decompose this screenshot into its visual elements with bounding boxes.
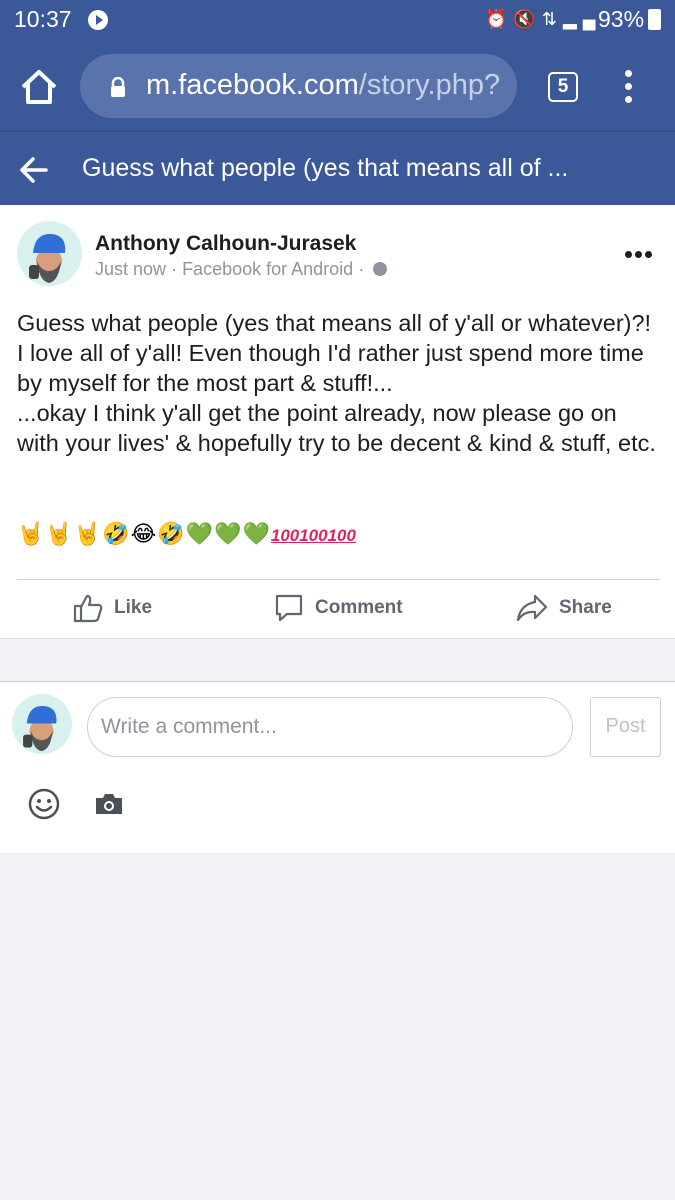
- status-bar: 10:37 ⏰🔇⇅▂▄ 93%: [0, 0, 675, 40]
- battery-icon: [648, 9, 661, 30]
- alarm-icon: ⏰: [485, 9, 514, 29]
- post-paragraph: ...okay I think y'all get the point alre…: [17, 400, 656, 456]
- post-author[interactable]: Anthony Calhoun-Jurasek: [95, 232, 356, 256]
- lock-icon: [111, 77, 125, 97]
- battery-percent: 93%: [598, 6, 645, 32]
- post-meta: Just now · Facebook for Android ·: [95, 259, 388, 280]
- meta-separator: ·: [358, 259, 370, 279]
- globe-icon: [373, 262, 388, 276]
- chrome-divider: [0, 130, 675, 132]
- avatar-illustration: [29, 233, 66, 283]
- url-domain: m.facebook.com: [146, 69, 359, 101]
- signal-icon: ▂▄: [562, 9, 602, 29]
- post-paragraph: I love all of y'all! Even though I'd rat…: [17, 340, 644, 396]
- tabs-icon[interactable]: 5: [548, 72, 578, 102]
- system-icons: ⏰🔇⇅▂▄: [485, 9, 602, 30]
- url-path: /story.php?: [358, 69, 501, 101]
- post-divider: [17, 579, 660, 580]
- back-arrow-icon[interactable]: [18, 155, 50, 185]
- post-body: Guess what people (yes that means all of…: [17, 308, 662, 458]
- post-source: Facebook for Android: [182, 259, 354, 279]
- share-label: Share: [559, 597, 612, 618]
- hundred-emojis: 100100100: [270, 526, 356, 545]
- share-icon: [516, 594, 548, 622]
- comment-button[interactable]: Comment: [273, 590, 403, 626]
- more-icon[interactable]: [625, 245, 655, 258]
- avatar-illustration: [23, 705, 57, 752]
- post-timestamp[interactable]: Just now: [95, 259, 166, 279]
- card-bottom-border: [0, 638, 675, 639]
- comment-input[interactable]: Write a comment...: [87, 697, 573, 757]
- mute-icon: 🔇: [513, 9, 542, 29]
- home-icon[interactable]: [18, 66, 60, 108]
- post-button[interactable]: Post: [590, 697, 661, 757]
- comment-icon: [275, 594, 303, 622]
- data-icon: ⇅: [541, 9, 563, 29]
- avatar: [12, 694, 72, 754]
- smiley-icon[interactable]: [28, 788, 60, 820]
- comment-label: Comment: [315, 597, 403, 618]
- like-button[interactable]: Like: [72, 590, 152, 626]
- menu-icon[interactable]: [620, 70, 636, 104]
- url-text[interactable]: m.facebook.com/story.php?: [146, 69, 506, 102]
- post-emojis: 🤘🤘🤘🤣😂🤣💚💚💚100100100: [17, 521, 356, 547]
- like-icon: [73, 594, 103, 623]
- post-paragraph: Guess what people (yes that means all of…: [17, 310, 652, 336]
- page-title: Guess what people (yes that means all of…: [82, 154, 569, 182]
- avatar[interactable]: [17, 221, 82, 286]
- status-time: 10:37: [14, 6, 72, 32]
- camera-icon[interactable]: [94, 792, 124, 816]
- meta-separator: ·: [171, 259, 183, 279]
- share-button[interactable]: Share: [515, 590, 612, 626]
- play-icon: [88, 10, 108, 30]
- emoji-run: 🤘🤘🤘🤣😂🤣💚💚💚: [17, 521, 271, 546]
- like-label: Like: [114, 597, 153, 618]
